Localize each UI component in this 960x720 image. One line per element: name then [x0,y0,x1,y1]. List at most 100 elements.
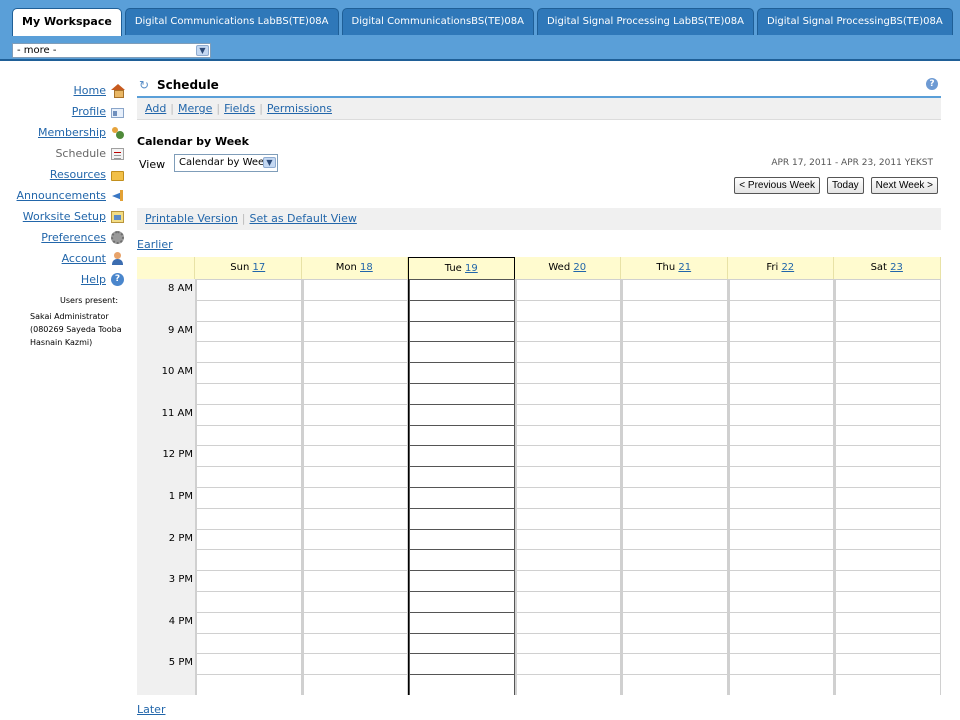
time-slot[interactable] [623,529,727,550]
day-date-link[interactable]: 23 [890,262,903,273]
printable-version-link[interactable]: Printable Version [145,212,238,225]
time-slot[interactable] [836,571,940,591]
time-slot[interactable] [623,280,727,300]
time-slot[interactable] [836,342,940,363]
tab-digital-communications[interactable]: Digital CommunicationsBS(TE)08A [341,8,534,35]
nav-item-label[interactable]: Membership [38,126,106,139]
add-link[interactable]: Add [145,102,166,115]
time-slot[interactable] [410,425,514,446]
time-slot[interactable] [303,529,407,550]
time-slot[interactable] [836,467,940,487]
later-link[interactable]: Later [137,703,165,716]
time-slot[interactable] [729,591,833,612]
time-slot[interactable] [516,550,620,571]
chevron-down-icon[interactable]: ▼ [263,157,276,168]
time-slot[interactable] [516,383,620,404]
time-slot[interactable] [303,446,407,467]
nav-item-membership[interactable]: Membership [0,122,128,143]
time-slot[interactable] [729,467,833,487]
time-slot[interactable] [516,654,620,675]
merge-link[interactable]: Merge [178,102,212,115]
time-slot[interactable] [623,633,727,654]
nav-item-label[interactable]: Announcements [17,189,106,202]
time-slot[interactable] [410,300,514,321]
time-slot[interactable] [623,363,727,383]
time-slot[interactable] [623,321,727,342]
time-slot[interactable] [197,675,301,695]
time-slot[interactable] [836,654,940,675]
time-slot[interactable] [410,675,514,695]
time-slot[interactable] [623,591,727,612]
time-slot[interactable] [623,342,727,363]
time-slot[interactable] [303,425,407,446]
time-slot[interactable] [623,508,727,529]
time-slot[interactable] [410,612,514,633]
time-slot[interactable] [197,446,301,467]
time-slot[interactable] [303,363,407,383]
time-slot[interactable] [197,383,301,404]
time-slot[interactable] [729,383,833,404]
nav-item-label[interactable]: Account [62,252,106,265]
time-slot[interactable] [303,508,407,529]
time-slot[interactable] [516,487,620,508]
time-slot[interactable] [516,280,620,300]
set-default-view-link[interactable]: Set as Default View [250,212,357,225]
time-slot[interactable] [197,571,301,591]
nav-item-account[interactable]: Account [0,248,128,269]
time-slot[interactable] [516,633,620,654]
time-slot[interactable] [623,550,727,571]
time-slot[interactable] [729,363,833,383]
time-slot[interactable] [729,675,833,695]
nav-item-label[interactable]: Profile [72,105,106,118]
time-slot[interactable] [410,383,514,404]
help-icon[interactable]: ? [926,78,938,90]
previous-week-button[interactable]: < Previous Week [734,177,820,194]
time-slot[interactable] [836,404,940,425]
time-slot[interactable] [836,633,940,654]
time-slot[interactable] [410,404,514,425]
time-slot[interactable] [410,550,514,571]
day-date-link[interactable]: 18 [360,262,373,273]
time-slot[interactable] [197,300,301,321]
nav-item-profile[interactable]: Profile [0,101,128,122]
time-slot[interactable] [197,529,301,550]
time-slot[interactable] [729,280,833,300]
time-slot[interactable] [836,508,940,529]
time-slot[interactable] [303,467,407,487]
time-slot[interactable] [197,363,301,383]
time-slot[interactable] [410,280,514,300]
nav-item-label[interactable]: Resources [50,168,106,181]
time-slot[interactable] [410,508,514,529]
tab-my-workspace[interactable]: My Workspace [12,8,122,36]
time-slot[interactable] [197,342,301,363]
time-slot[interactable] [836,446,940,467]
time-slot[interactable] [303,550,407,571]
time-slot[interactable] [623,404,727,425]
time-slot[interactable] [410,321,514,342]
time-slot[interactable] [410,654,514,675]
time-slot[interactable] [410,446,514,467]
time-slot[interactable] [410,633,514,654]
time-slot[interactable] [516,591,620,612]
time-slot[interactable] [410,467,514,487]
time-slot[interactable] [729,487,833,508]
nav-item-announcements[interactable]: Announcements [0,185,128,206]
time-slot[interactable] [516,571,620,591]
time-slot[interactable] [303,487,407,508]
time-slot[interactable] [729,571,833,591]
time-slot[interactable] [303,571,407,591]
time-slot[interactable] [836,363,940,383]
time-slot[interactable] [729,529,833,550]
time-slot[interactable] [836,280,940,300]
nav-item-label[interactable]: Help [81,273,106,286]
tab-digital-signal-processing[interactable]: Digital Signal ProcessingBS(TE)08A [756,8,953,35]
time-slot[interactable] [623,425,727,446]
time-slot[interactable] [197,467,301,487]
time-slot[interactable] [516,425,620,446]
time-slot[interactable] [303,633,407,654]
time-slot[interactable] [623,612,727,633]
day-date-link[interactable]: 19 [465,263,478,274]
time-slot[interactable] [836,321,940,342]
day-date-link[interactable]: 20 [573,262,586,273]
tab-digital-signal-processing-lab[interactable]: Digital Signal Processing LabBS(TE)08A [536,8,754,35]
